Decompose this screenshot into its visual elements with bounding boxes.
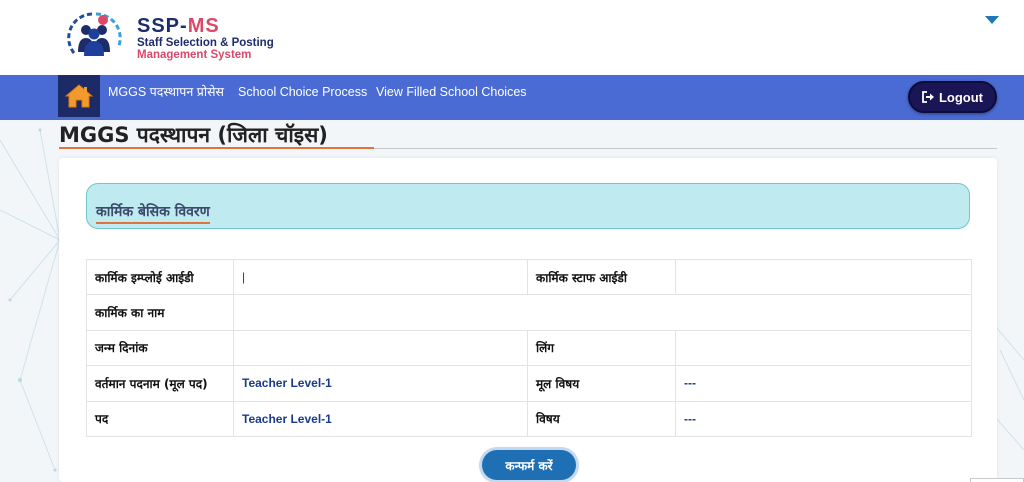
logo-people-icon (67, 12, 122, 56)
main-navbar: MGGS पदस्थापन प्रोसेस School Choice Proc… (0, 75, 1024, 120)
label-current-designation: वर्तमान पदनाम (मूल पद) (86, 365, 234, 402)
details-card: कार्मिक बेसिक विवरण कार्मिक इम्प्लोई आईड… (59, 158, 997, 482)
label-gender: लिंग (527, 329, 676, 367)
page-title: MGGS पदस्थापन (जिला चॉइस) (59, 123, 328, 147)
corner-widget (970, 478, 1024, 482)
nav-item-mggs-process[interactable]: MGGS पदस्थापन प्रोसेस (108, 85, 224, 99)
table-row: वर्तमान पदनाम (मूल पद) Teacher Level-1 म… (86, 365, 972, 402)
label-employee-id: कार्मिक इम्प्लोई आईडी (86, 258, 234, 296)
value-staff-id (675, 258, 972, 296)
label-post: पद (86, 400, 234, 437)
caret-down-icon[interactable] (985, 16, 999, 24)
table-row: जन्म दिनांक लिंग (86, 329, 972, 367)
section-title: कार्मिक बेसिक विवरण (96, 203, 210, 224)
section-header-box: कार्मिक बेसिक विवरण (86, 183, 970, 229)
label-original-subject: मूल विषय (527, 365, 676, 402)
home-icon (65, 84, 93, 108)
value-employee-name (233, 294, 972, 331)
label-date-of-birth: जन्म दिनांक (86, 329, 234, 367)
brand-subtitle-line2: Management System (137, 49, 252, 61)
nav-item-view-filled-choices[interactable]: View Filled School Choices (376, 85, 527, 99)
brand-title-accent: MS (187, 15, 220, 37)
logout-button[interactable]: Logout (908, 81, 997, 113)
title-accent-underline (59, 147, 374, 149)
brand-subtitle-line1: Staff Selection & Posting (137, 37, 274, 49)
ssp-ms-logo[interactable]: SSP-MS Staff Selection & Posting Managem… (62, 8, 302, 66)
top-header: SSP-MS Staff Selection & Posting Managem… (0, 0, 1024, 75)
label-employee-name: कार्मिक का नाम (86, 294, 234, 331)
employee-details-table: कार्मिक इम्प्लोई आईडी | कार्मिक स्टाफ आई… (86, 258, 972, 437)
sign-out-icon (922, 91, 934, 103)
brand-title-main: SSP- (137, 15, 188, 37)
label-staff-id: कार्मिक स्टाफ आईडी (527, 258, 676, 296)
confirm-button[interactable]: कन्फर्म करें (482, 450, 576, 480)
value-post: Teacher Level-1 (233, 400, 528, 437)
value-original-subject: --- (675, 365, 972, 402)
label-subject: विषय (527, 400, 676, 437)
value-current-designation: Teacher Level-1 (233, 365, 528, 402)
brand-title: SSP-MS (137, 16, 220, 36)
table-row: कार्मिक इम्प्लोई आईडी | कार्मिक स्टाफ आई… (86, 258, 972, 296)
logout-label: Logout (938, 89, 984, 105)
value-subject: --- (675, 400, 972, 437)
value-employee-id: | (233, 258, 528, 296)
table-row: कार्मिक का नाम (86, 294, 972, 331)
nav-item-school-choice-process[interactable]: School Choice Process (238, 85, 367, 99)
value-gender (675, 329, 972, 367)
home-button[interactable] (58, 75, 100, 117)
table-row: पद Teacher Level-1 विषय --- (86, 400, 972, 437)
value-date-of-birth (233, 329, 528, 367)
